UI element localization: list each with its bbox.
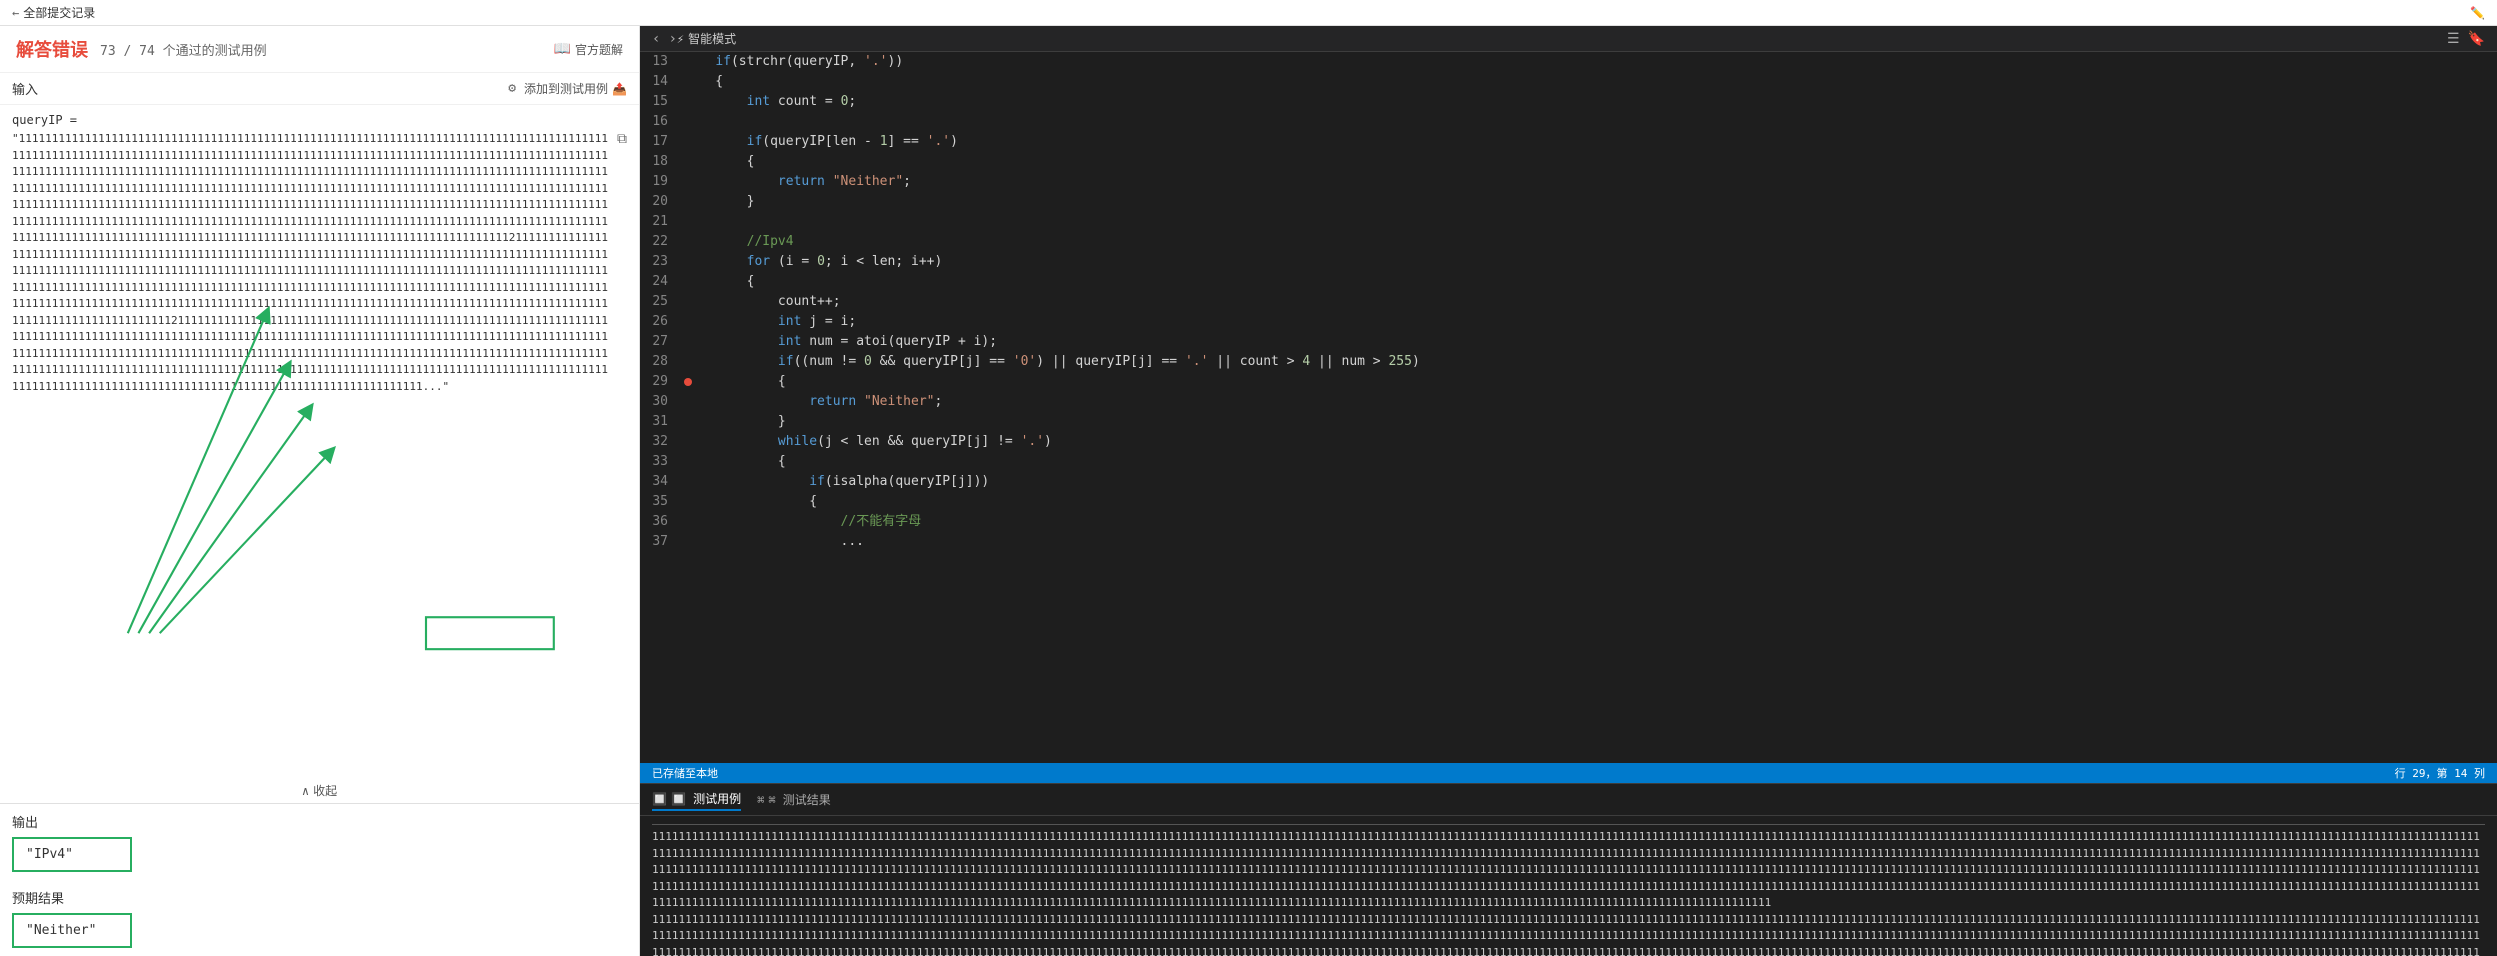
copy-icon[interactable]: ⧉	[617, 131, 627, 147]
toolbar-right: ⚙ 添加到测试用例 📤	[508, 80, 627, 97]
code-line-36: 36 //不能有字母	[640, 512, 2497, 532]
export-icon: 📤	[612, 82, 627, 96]
official-solution-btn[interactable]: 📖 官方题解	[554, 41, 623, 58]
bottom-content: 1111111111111111111111111111111111111111…	[640, 816, 2497, 956]
code-line-37: 37 ...	[640, 532, 2497, 552]
test-cases-tab[interactable]: 🔲 🔲 测试用例	[652, 788, 741, 811]
test-content-row1: 1111111111111111111111111111111111111111…	[652, 824, 2485, 912]
nav-forward-icon[interactable]: ›	[668, 31, 676, 47]
code-line-20: 20 }	[640, 192, 2497, 212]
code-line-14: 14 {	[640, 72, 2497, 92]
code-line-22: 22 //Ipv4	[640, 232, 2497, 252]
edit-icon: ✏️	[2470, 6, 2485, 20]
editor-actions: ☰ 🔖	[2447, 31, 2485, 47]
nav-back-icon[interactable]: ‹	[652, 31, 660, 47]
status-bar: 已存储至本地 行 29，第 14 列	[640, 763, 2497, 783]
expected-value: "Neither"	[12, 913, 132, 948]
output-label: 输出	[12, 812, 627, 831]
collapse-label: 收起	[313, 782, 337, 799]
official-btn-label: 官方题解	[575, 41, 623, 58]
result-header: 解答错误 73 / 74 个通过的测试用例 📖 官方题解	[0, 26, 639, 73]
code-line-17: 17 if(queryIP[len - 1] == '.')	[640, 132, 2497, 152]
expected-label: 预期结果	[12, 888, 627, 907]
menu-icon[interactable]: ☰	[2447, 31, 2460, 47]
bottom-panel: 🔲 🔲 测试用例 ⌘ ⌘ 测试结果 1111111111111111111111…	[640, 783, 2497, 956]
editor-tabs: ‹ ›	[652, 31, 677, 47]
code-line-24: 24 {	[640, 272, 2497, 292]
terminal-icon: ⌘	[757, 793, 764, 807]
code-line-13: 13 if(strchr(queryIP, '.'))	[640, 52, 2497, 72]
code-line-23: 23 for (i = 0; i < len; i++)	[640, 252, 2497, 272]
code-line-26: 26 int j = i;	[640, 312, 2497, 332]
left-panel: 解答错误 73 / 74 个通过的测试用例 📖 官方题解 输入 ⚙ 添加到测试用…	[0, 26, 640, 956]
result-title: 解答错误	[16, 36, 88, 62]
query-ip-label: queryIP =	[12, 113, 627, 127]
query-ip-value: "111111111111111111111111111111111111111…	[12, 131, 613, 395]
collapse-btn[interactable]: ∧ 收起	[0, 778, 639, 803]
code-line-19: 19 return "Neither";	[640, 172, 2497, 192]
chevron-up-icon: ∧	[302, 784, 309, 798]
code-line-27: 27 int num = atoi(queryIP + i);	[640, 332, 2497, 352]
test-cases-label: 🔲 测试用例	[671, 790, 741, 807]
editor-mode: ⚡ 智能模式	[677, 30, 736, 47]
status-saved: 已存储至本地	[652, 765, 718, 781]
bottom-tabs: 🔲 🔲 测试用例 ⌘ ⌘ 测试结果	[640, 784, 2497, 816]
input-content: queryIP = "11111111111111111111111111111…	[0, 105, 639, 778]
test-results-label: ⌘ 测试结果	[768, 791, 830, 808]
test-results-tab[interactable]: ⌘ ⌘ 测试结果	[757, 788, 831, 811]
add-test-label: 添加到测试用例	[524, 80, 608, 97]
right-panel: ‹ › ⚡ 智能模式 ☰ 🔖 13 if(strchr(queryIP, '.'…	[640, 26, 2497, 956]
book-icon: 📖	[554, 41, 571, 57]
output-section: 输出 "IPv4" 预期结果 "Neither"	[0, 803, 639, 956]
top-bar: ← 全部提交记录 ✏️	[0, 0, 2497, 26]
code-line-33: 33 {	[640, 452, 2497, 472]
back-icon: ←	[12, 6, 19, 20]
editor-header: ‹ › ⚡ 智能模式 ☰ 🔖	[640, 26, 2497, 52]
code-line-18: 18 {	[640, 152, 2497, 172]
code-line-31: 31 }	[640, 412, 2497, 432]
back-link[interactable]: 全部提交记录	[23, 4, 95, 21]
test-content-row2: 1111111111111111111111111111111111111111…	[652, 912, 2485, 956]
main-layout: 解答错误 73 / 74 个通过的测试用例 📖 官方题解 输入 ⚙ 添加到测试用…	[0, 26, 2497, 956]
code-line-32: 32 while(j < len && queryIP[j] != '.')	[640, 432, 2497, 452]
input-label: 输入	[12, 79, 38, 98]
add-test-btn[interactable]: 添加到测试用例 📤	[524, 80, 627, 97]
code-line-21: 21	[640, 212, 2497, 232]
code-line-30: 30 return "Neither";	[640, 392, 2497, 412]
smart-mode-icon: ⚡	[677, 32, 684, 46]
smart-mode-label: 智能模式	[688, 30, 736, 47]
code-line-35: 35 {	[640, 492, 2497, 512]
error-indicator	[684, 378, 692, 386]
test-cases-icon: 🔲	[652, 792, 667, 806]
bookmark-icon[interactable]: 🔖	[2468, 31, 2485, 47]
code-line-25: 25 count++;	[640, 292, 2497, 312]
code-line-34: 34 if(isalpha(queryIP[j]))	[640, 472, 2497, 492]
code-line-16: 16	[640, 112, 2497, 132]
output-value: "IPv4"	[12, 837, 132, 872]
settings-icon: ⚙	[508, 81, 516, 96]
code-line-15: 15 int count = 0;	[640, 92, 2497, 112]
status-position: 行 29，第 14 列	[2395, 765, 2485, 781]
input-section: 输入 ⚙ 添加到测试用例 📤 queryIP = "11111111111111…	[0, 73, 639, 803]
code-line-28: 28 if((num != 0 && queryIP[j] == '0') ||…	[640, 352, 2497, 372]
input-toolbar: 输入 ⚙ 添加到测试用例 📤	[0, 73, 639, 105]
code-line-29: 29 {	[640, 372, 2497, 392]
test-count: 73 / 74 个通过的测试用例	[100, 40, 267, 59]
code-area[interactable]: 13 if(strchr(queryIP, '.')) 14 { 15 int …	[640, 52, 2497, 763]
